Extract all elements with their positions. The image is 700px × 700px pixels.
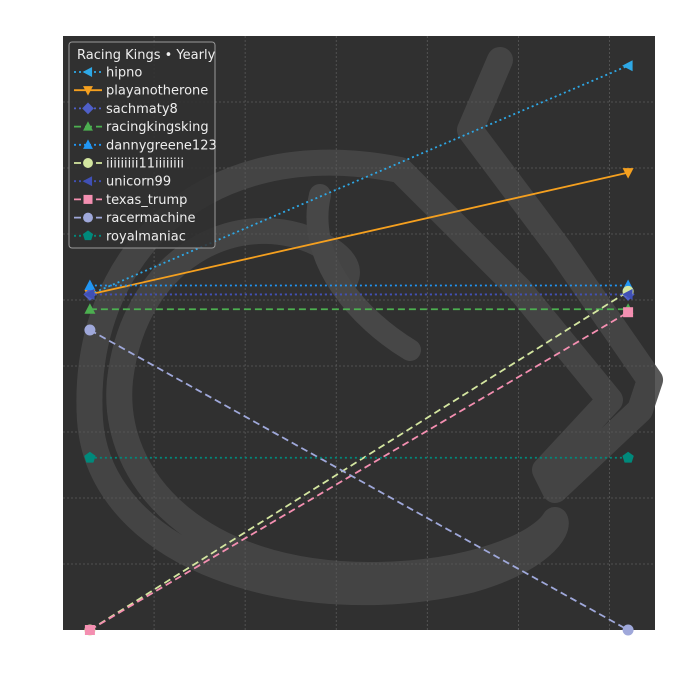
chart-figure: Racing Kings • Yearly hipno playanotheron… (0, 0, 700, 700)
legend-label-dannygreene123: dannygreene123 (106, 138, 217, 153)
legend-label-iiiiiiiii11iiiiiiii: iiiiiiiii11iiiiiiii (106, 157, 184, 172)
legend-label-playanotherone: playanotherone (106, 84, 208, 99)
legend: Racing Kings • Yearly hipno playanotheron… (68, 41, 217, 249)
legend-label-texas_trump: texas_trump (106, 193, 187, 208)
legend-label-sachmaty8: sachmaty8 (106, 102, 178, 117)
data-point-racermachine (622, 624, 634, 636)
data-point-racermachine (84, 324, 96, 336)
legend-label-racermachine: racermachine (106, 211, 195, 226)
data-point-texas_trump (84, 625, 95, 635)
legend-marker-texas_trump (83, 194, 93, 204)
legend-label-hipno: hipno (106, 66, 142, 81)
data-point-texas_trump (623, 307, 634, 318)
legend-title: Racing Kings • Yearly (77, 48, 216, 63)
legend-label-racingkingsking: racingkingsking (106, 120, 209, 135)
legend-marker-iiiiiiiii11iiiiiiii (83, 158, 93, 168)
legend-label-royalmaniac: royalmaniac (106, 229, 186, 244)
legend-label-unicorn99: unicorn99 (106, 175, 171, 190)
legend-marker-racermachine (83, 212, 93, 223)
